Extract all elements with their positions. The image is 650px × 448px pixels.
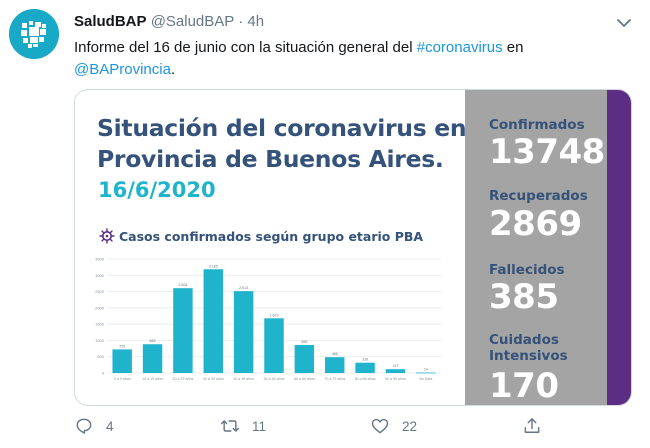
tweet-text-part: . [170,61,176,78]
x-tick-label: 40 a 49 años [233,377,254,381]
tweet-image[interactable]: Situación del coronavirus en Provincia d… [74,89,632,406]
stat-value-recuperados: 2869 [489,204,582,244]
x-tick-label: 20 a 29 años [173,377,194,381]
avatar-logo-icon [9,9,59,59]
reply-icon [76,418,92,434]
stats-panel: Confirmados 13748 Recuperados 2869 Falle… [465,90,607,406]
tweet-header: SaludBAP @SaludBAP · 4h [74,13,264,30]
data-label: 883 [150,339,156,343]
avatar[interactable] [9,9,59,59]
chevron-down-icon [617,19,631,27]
bar [203,269,223,373]
data-label: 859 [301,340,307,344]
age-group-bar-chart: 0 500 1000 1500 2000 2500 3000 3500 725 0 a 9 año… [95,257,441,381]
infographic-main-panel: Situación del coronavirus en Provincia d… [75,90,467,405]
stat-label-line1: Cuidados [489,332,559,348]
data-label: 485 [332,352,338,356]
y-tick-label: 0 [102,371,105,376]
stat-label-confirmados: Confirmados [489,117,585,133]
retweet-count: 11 [252,418,267,434]
infographic-title-line1: Situación del coronavirus en [97,114,467,142]
data-label: 2.513 [239,286,248,290]
infographic-title-line2: Provincia de Buenos Aires. [97,145,444,173]
author-name[interactable]: SaludBAP [74,13,147,30]
like-button[interactable]: 22 [370,414,417,438]
more-options-button[interactable] [613,12,635,34]
x-tick-label: 60 a 69 años [294,377,315,381]
x-tick-label: 0 a 9 años [114,377,131,381]
data-label: 725 [119,344,125,348]
accent-stripe [607,90,631,405]
retweet-button[interactable]: 11 [220,414,266,438]
stat-value-fallecidos: 385 [489,277,559,317]
y-tick-label: 2500 [95,289,105,294]
retweet-icon [220,420,240,432]
stat-label-recuperados: Recuperados [489,188,588,204]
infographic-title: Situación del coronavirus en Provincia d… [97,113,467,175]
like-icon [371,418,389,434]
author-handle[interactable]: @SaludBAP [151,13,234,30]
tweet-text-part: en [502,39,524,56]
data-label: 3.185 [209,264,218,268]
y-tick-label: 1000 [95,338,105,343]
y-tick-label: 3000 [95,273,105,278]
bar [233,291,254,373]
chart-heading: Casos confirmados según grupo etario PBA [99,228,423,244]
reply-button[interactable]: 4 [74,414,114,438]
share-button[interactable] [522,414,554,438]
data-label: 2.604 [178,283,187,287]
y-tick-label: 1500 [95,322,105,327]
x-tick-label: 70 a 79 años [324,377,345,381]
data-label: 1.679 [270,313,279,317]
virus-icon [99,228,115,244]
bar [294,345,315,373]
bar [112,349,132,373]
hashtag-link[interactable]: #coronavirus [417,39,503,56]
x-tick-label: 90 a 99 años [385,377,406,381]
x-tick-label: 80 a 89 años [355,377,376,381]
y-tick-label: 500 [97,354,104,359]
chart-heading-text: Casos confirmados según grupo etario PBA [119,229,424,244]
mention-link[interactable]: @BAProvincia [74,61,171,78]
bar [325,357,345,373]
data-label: 316 [362,358,368,362]
separator-dot: · [238,13,244,30]
reply-count: 4 [106,418,114,434]
data-label: 14 [424,368,428,372]
stat-value-cuidados-intensivos: 170 [489,366,559,406]
x-tick-label: No Data [419,377,432,381]
like-count: 22 [402,418,418,434]
share-icon [524,418,540,433]
data-label: 117 [393,364,399,368]
stat-value-confirmados: 13748 [489,132,605,172]
tweet-text-part: Informe del 16 de junio con la situación… [74,39,417,56]
x-tick-label: 10 a 19 años [142,377,163,381]
bar [142,344,163,373]
bar [416,372,436,374]
bar [385,369,406,373]
infographic-date: 16/6/2020 [98,178,216,202]
bar [355,362,375,373]
tweet-text: Informe del 16 de junio con la situación… [74,37,614,81]
y-tick-label: 3500 [95,257,105,262]
bar [264,318,284,373]
stat-label-line2: Intensivos [489,348,568,364]
stat-label-fallecidos: Fallecidos [489,262,565,278]
x-tick-label: 30 a 39 años [203,377,224,381]
y-tick-label: 2000 [95,305,105,310]
stat-label-cuidados-intensivos: Cuidados Intensivos [489,332,568,364]
bar [173,288,193,373]
tweet-actions: 4 11 22 [74,414,574,438]
timestamp[interactable]: 4h [247,13,264,30]
x-tick-label: 50 a 59 años [264,377,285,381]
